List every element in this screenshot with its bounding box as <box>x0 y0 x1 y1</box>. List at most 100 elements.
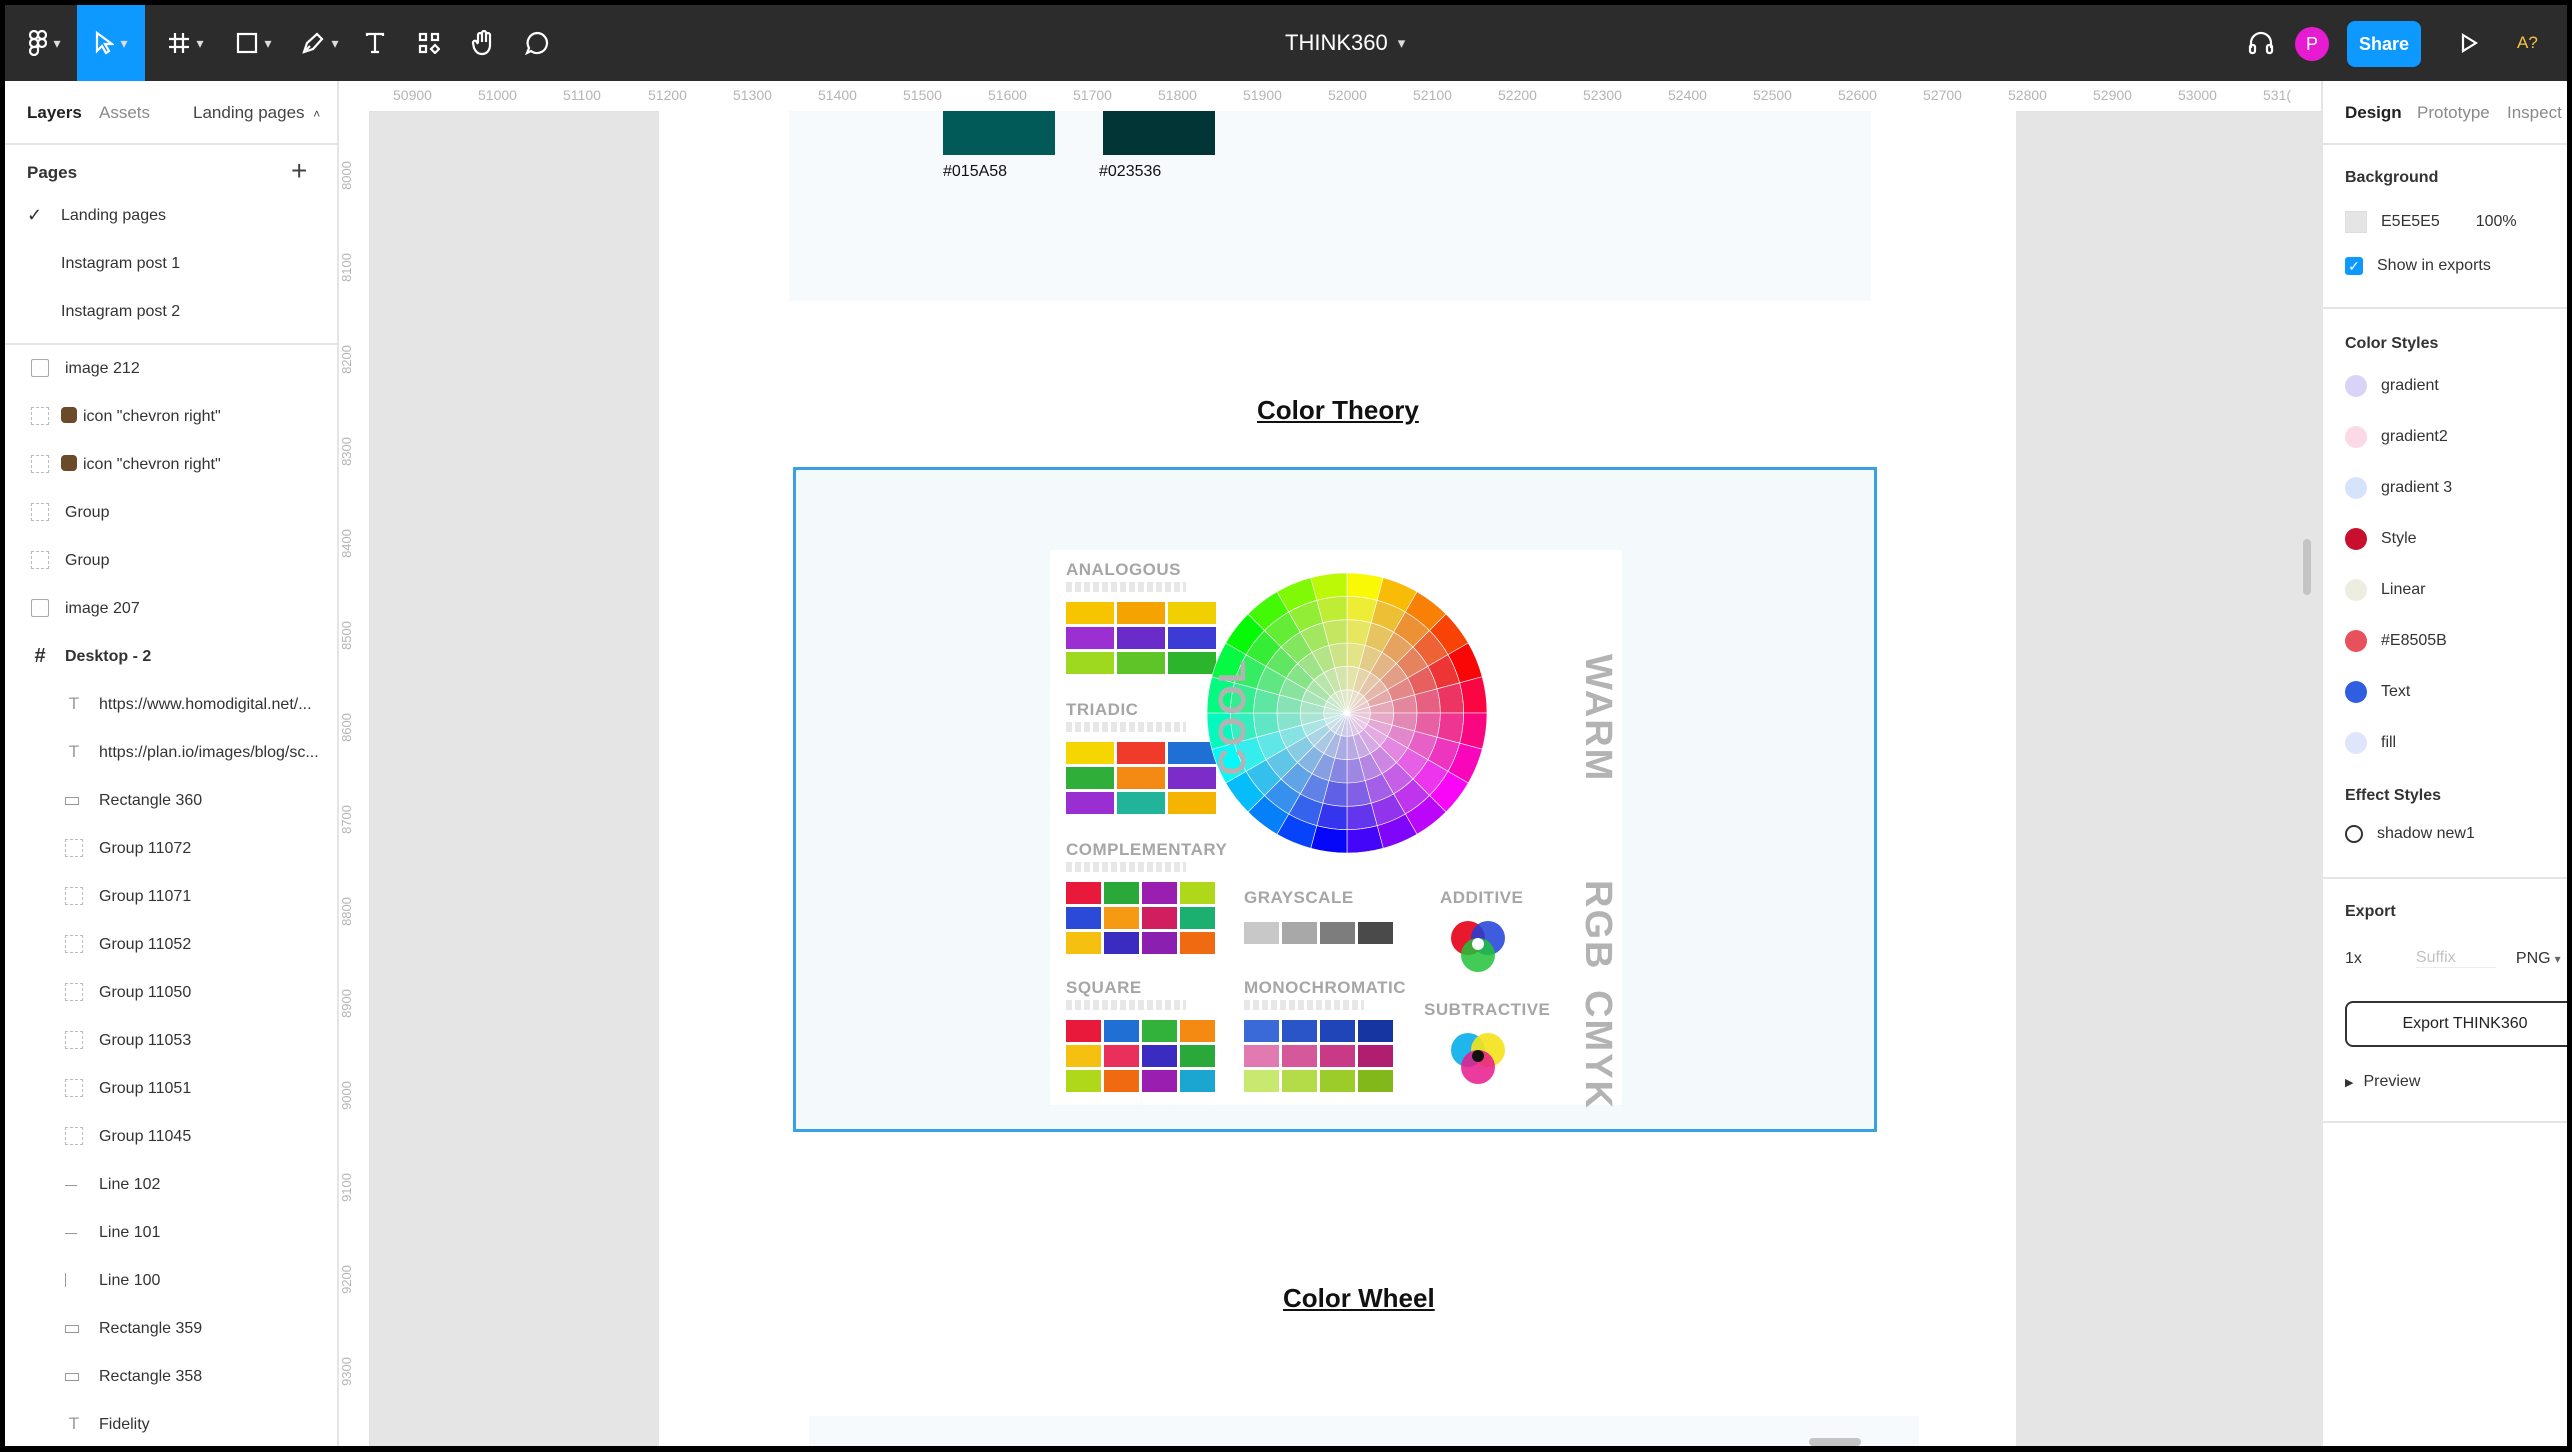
frame-tool-button[interactable]: ▾ <box>155 5 217 81</box>
color-style-item[interactable]: gradient 3 <box>2345 477 2452 499</box>
tab-design[interactable]: Design <box>2345 103 2402 123</box>
background-opacity[interactable]: 100% <box>2476 213 2517 231</box>
shape-tool-button[interactable]: ▾ <box>223 5 285 81</box>
canvas[interactable]: 50900 51000 51100 51200 51300 51400 51500 51600… <box>339 81 2321 1446</box>
layer-item[interactable]: Rectangle 359 <box>5 1305 337 1353</box>
layer-item[interactable]: image 212 <box>5 345 337 393</box>
color-style-item[interactable]: Text <box>2345 681 2410 703</box>
layer-item[interactable]: Rectangle 360 <box>5 777 337 825</box>
move-tool-icon <box>96 31 115 55</box>
move-tool-button[interactable]: ▾ <box>77 5 145 81</box>
layer-item[interactable]: Line 100 <box>5 1257 337 1305</box>
layer-item[interactable]: Group 11071 <box>5 873 337 921</box>
export-scale[interactable]: 1x <box>2345 950 2362 968</box>
audio-button[interactable] <box>2243 5 2279 81</box>
show-in-exports-row[interactable]: ✓ Show in exports <box>2345 257 2491 275</box>
background-fill-row[interactable]: E5E5E5 100% <box>2345 211 2517 233</box>
comment-tool-button[interactable] <box>517 5 557 81</box>
present-button[interactable] <box>2449 5 2489 81</box>
document-title-menu[interactable]: THINK360 ▾ <box>1285 5 1405 81</box>
layer-item[interactable]: Group 11050 <box>5 969 337 1017</box>
layer-item[interactable]: Group 11052 <box>5 921 337 969</box>
divider <box>2323 307 2567 309</box>
right-panel: Design Prototype Inspect Background E5E5… <box>2321 81 2567 1446</box>
page-item-label: Instagram post 2 <box>61 303 181 320</box>
export-suffix-input[interactable]: Suffix <box>2415 949 2496 968</box>
ruler-tick-label: 51800 <box>1158 87 1197 103</box>
chevron-down-icon: ▾ <box>2554 951 2561 966</box>
layer-item[interactable]: Group 11051 <box>5 1065 337 1113</box>
ruler-tick-label: 8900 <box>339 989 354 1018</box>
color-style-item[interactable]: Linear <box>2345 579 2425 601</box>
selected-image-frame[interactable]: ANALOGOUS TRIADIC COMPLEMENTARY SQUARE C… <box>793 467 1877 1132</box>
layer-item[interactable]: Line 102 <box>5 1161 337 1209</box>
label-cool: COOL <box>1212 658 1254 776</box>
color-swatch-015a58[interactable] <box>943 111 1055 155</box>
page-item-landing-pages[interactable]: ✓ Landing pages <box>5 193 337 241</box>
group-icon <box>65 1127 83 1145</box>
ruler-tick-label: 51900 <box>1243 87 1282 103</box>
effect-style-item[interactable]: shadow new1 <box>2345 825 2475 843</box>
tab-prototype[interactable]: Prototype <box>2417 103 2490 123</box>
share-button[interactable]: Share <box>2347 21 2421 67</box>
subtractive-cmyk-diagram <box>1451 1033 1505 1084</box>
tab-inspect[interactable]: Inspect <box>2507 103 2562 123</box>
text-tool-button[interactable] <box>355 5 395 81</box>
color-style-label: gradient 3 <box>2381 479 2453 496</box>
layer-item[interactable]: Thttps://plan.io/images/blog/sc... <box>5 729 337 777</box>
pen-tool-button[interactable]: ▾ <box>289 5 351 81</box>
ruler-tick-label: 51400 <box>818 87 857 103</box>
figma-menu-button[interactable]: ▾ <box>13 5 77 81</box>
layer-item[interactable]: Group 11045 <box>5 1113 337 1161</box>
frame-icon: # <box>34 644 46 667</box>
page-item-instagram-post-1[interactable]: Instagram post 1 <box>5 241 337 289</box>
layer-item[interactable]: icon "chevron right" <box>5 441 337 489</box>
avatar[interactable]: P <box>2295 27 2329 61</box>
preview-toggle[interactable]: ▶ Preview <box>2345 1073 2420 1091</box>
artboard-desktop[interactable]: #015A58 #023536 Color Theory ANALOGOUS T… <box>659 111 2016 1446</box>
export-button[interactable]: Export THINK360 <box>2345 1001 2567 1047</box>
group-icon <box>31 551 49 569</box>
layer-item[interactable]: Group 11053 <box>5 1017 337 1065</box>
additive-rgb-diagram <box>1451 921 1505 972</box>
layer-item[interactable]: image 207 <box>5 585 337 633</box>
ruler-tick-label: 9100 <box>339 1173 354 1202</box>
layer-item[interactable]: Line 101 <box>5 1209 337 1257</box>
background-color-swatch[interactable] <box>2345 211 2367 233</box>
color-wheel-segment <box>1346 825 1384 854</box>
color-style-item[interactable]: gradient <box>2345 375 2439 397</box>
layer-item[interactable]: icon "chevron right" <box>5 393 337 441</box>
page-item-instagram-post-2[interactable]: Instagram post 2 <box>5 289 337 337</box>
vertical-scrollbar[interactable] <box>2303 539 2311 595</box>
page-selector[interactable]: Landing pages ˄ <box>193 103 320 123</box>
ruler-tick-label: 52900 <box>2093 87 2132 103</box>
hand-tool-button[interactable] <box>463 5 503 81</box>
color-swatch-023536[interactable] <box>1103 111 1215 155</box>
layer-item[interactable]: Group <box>5 489 337 537</box>
layer-item[interactable]: Group 11072 <box>5 825 337 873</box>
layer-item[interactable]: Rectangle 358 <box>5 1353 337 1401</box>
layer-item[interactable]: Thttps://www.homodigital.net/... <box>5 681 337 729</box>
add-page-icon[interactable]: + <box>291 157 307 185</box>
tab-layers[interactable]: Layers <box>27 103 82 123</box>
color-style-item[interactable]: fill <box>2345 732 2396 754</box>
layer-item-label: Group 11050 <box>99 984 192 1001</box>
color-style-label: gradient2 <box>2381 428 2448 445</box>
component-instance-icon <box>61 407 77 423</box>
color-style-item[interactable]: #E8505B <box>2345 630 2447 652</box>
components-button[interactable] <box>409 5 449 81</box>
color-style-item[interactable]: gradient2 <box>2345 426 2448 448</box>
layer-item[interactable]: Group <box>5 537 337 585</box>
checkbox-checked-icon[interactable]: ✓ <box>2345 257 2363 275</box>
zoom-menu[interactable]: A? <box>2517 5 2538 81</box>
horizontal-scrollbar[interactable] <box>1809 1438 1861 1446</box>
group-icon <box>65 887 83 905</box>
color-style-item[interactable]: Style <box>2345 528 2417 550</box>
layer-item[interactable]: T Fidelity <box>5 1401 337 1446</box>
export-format-select[interactable]: PNG <box>2516 950 2551 968</box>
palette-triadic <box>1066 742 1216 814</box>
background-hex[interactable]: E5E5E5 <box>2381 213 2440 231</box>
tab-assets[interactable]: Assets <box>99 103 150 123</box>
layer-item[interactable]: # Desktop - 2 <box>5 633 337 681</box>
color-wheel-segment <box>1459 676 1488 714</box>
